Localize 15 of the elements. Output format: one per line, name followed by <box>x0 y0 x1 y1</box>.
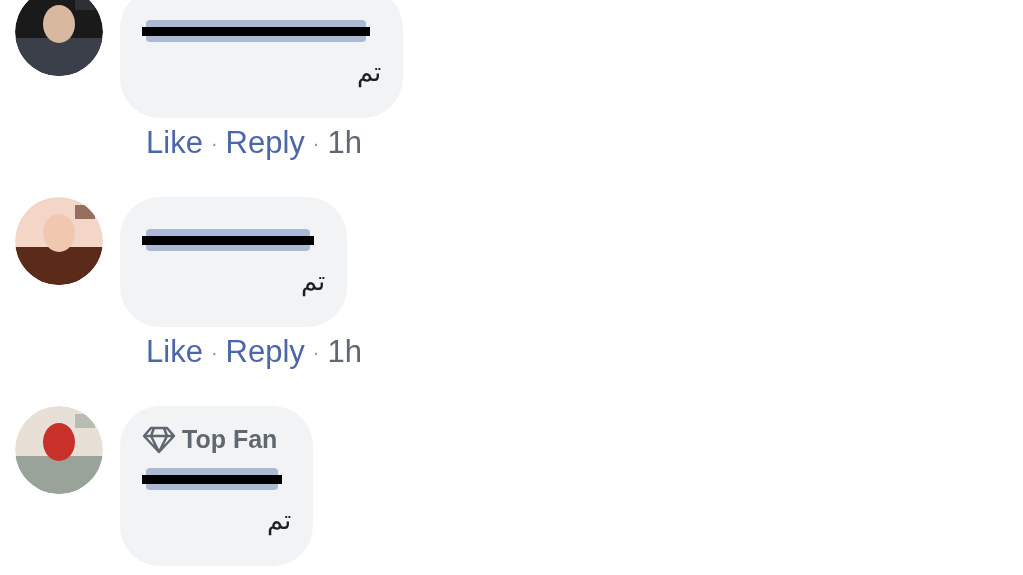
timestamp: 1h <box>327 123 362 162</box>
separator-dot: · <box>312 340 320 365</box>
comment-text: تم <box>267 503 291 538</box>
separator-dot: · <box>210 131 218 156</box>
reply-link[interactable]: Reply <box>225 328 305 376</box>
comment-text: تم <box>357 55 381 90</box>
separator-dot: · <box>210 340 218 365</box>
like-link[interactable]: Like <box>146 119 203 167</box>
comment-text: تم <box>301 264 325 299</box>
reply-link[interactable]: Reply <box>225 119 305 167</box>
timestamp: 1h <box>327 332 362 371</box>
diamond-icon <box>142 426 176 454</box>
like-link[interactable]: Like <box>146 328 203 376</box>
separator-dot: · <box>312 131 320 156</box>
top-fan-label: Top Fan <box>182 424 278 456</box>
